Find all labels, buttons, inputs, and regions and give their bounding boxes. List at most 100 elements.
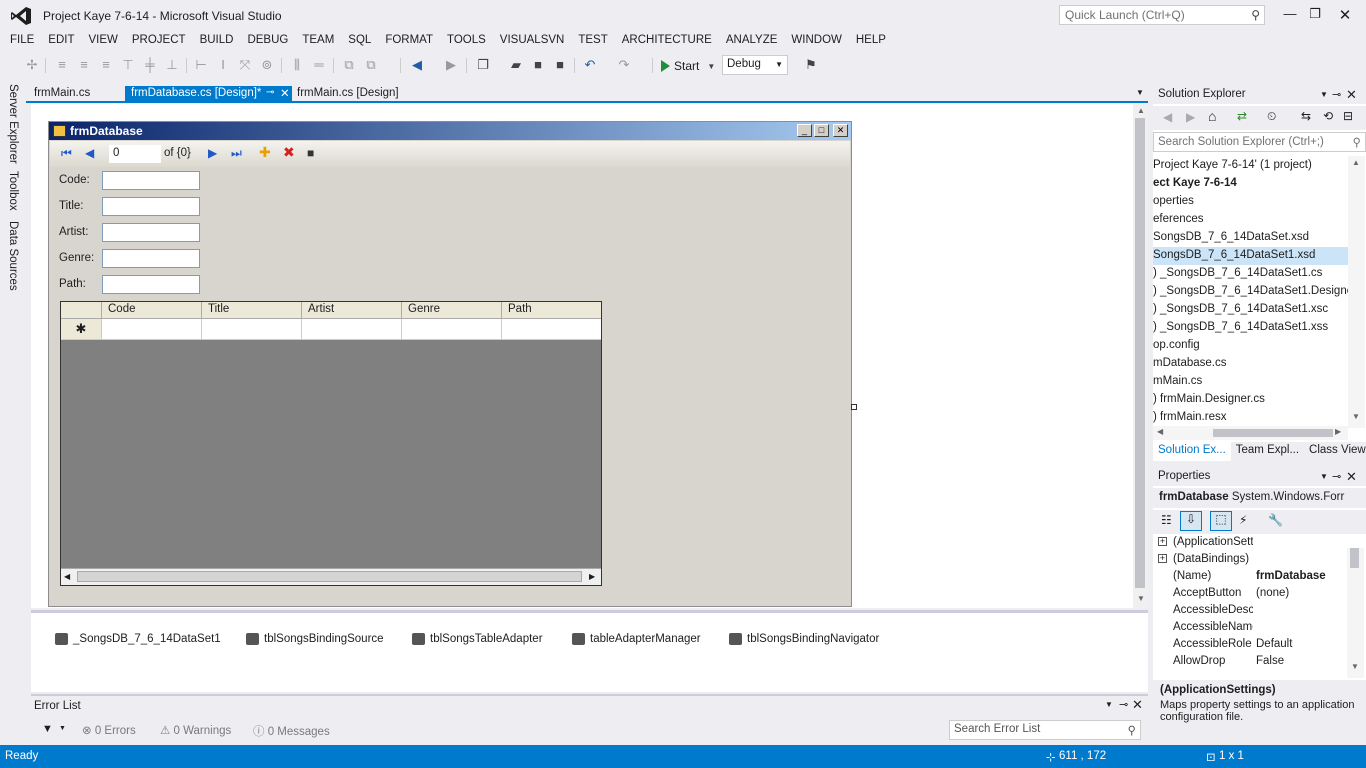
tree-item[interactable]: ect Kaye 7-6-14 bbox=[1153, 175, 1348, 193]
solution-horizontal-scrollbar[interactable]: ◀ ▶ bbox=[1153, 426, 1348, 440]
menu-project[interactable]: PROJECT bbox=[125, 32, 193, 52]
scroll-left-icon[interactable]: ◀ bbox=[1157, 427, 1163, 436]
tree-item[interactable]: Project Kaye 7-6-14' (1 project) bbox=[1153, 157, 1348, 175]
menu-analyze[interactable]: ANALYZE bbox=[719, 32, 785, 52]
scroll-up-icon[interactable]: ▲ bbox=[1137, 106, 1145, 115]
path-textbox[interactable] bbox=[102, 275, 200, 294]
scroll-down-icon[interactable]: ▼ bbox=[1351, 662, 1359, 671]
panel-menu-icon[interactable]: ▼ bbox=[1320, 90, 1328, 99]
code-textbox[interactable] bbox=[102, 171, 200, 190]
errors-filter-button[interactable]: ⊗ 0 Errors bbox=[82, 723, 136, 737]
genre-textbox[interactable] bbox=[102, 249, 200, 268]
scroll-down-icon[interactable]: ▼ bbox=[1352, 412, 1360, 421]
tree-item[interactable]: ) frmMain.resx bbox=[1153, 409, 1348, 427]
tree-item[interactable]: mMain.cs bbox=[1153, 373, 1348, 391]
vertical-spacing-icon[interactable]: ═ bbox=[311, 57, 327, 73]
home-icon[interactable]: ⌂ bbox=[1208, 108, 1216, 124]
tab-frmmain-cs[interactable]: frmMain.cs bbox=[28, 86, 96, 103]
events-icon[interactable]: ⚡ bbox=[1239, 513, 1247, 527]
scroll-thumb[interactable] bbox=[1213, 429, 1333, 437]
tray-item-binding-source[interactable]: tblSongsBindingSource bbox=[246, 633, 384, 645]
property-row[interactable]: AllowDrop False bbox=[1153, 655, 1346, 672]
align-top-icon[interactable]: ⊤ bbox=[120, 57, 136, 73]
property-row[interactable]: + (ApplicationSetti bbox=[1153, 536, 1346, 553]
align-center-icon[interactable]: ≡ bbox=[76, 57, 92, 73]
column-code[interactable]: Code bbox=[101, 302, 201, 318]
tab-frmmain-design[interactable]: frmMain.cs [Design] bbox=[291, 86, 405, 103]
align-left-icon[interactable]: ≡ bbox=[54, 57, 70, 73]
property-row[interactable]: (Name) frmDatabase bbox=[1153, 570, 1346, 587]
pin-icon[interactable]: ⊸ bbox=[266, 87, 274, 98]
tree-item[interactable]: operties bbox=[1153, 193, 1348, 211]
start-debugging-button[interactable]: Start ▼ bbox=[661, 57, 715, 75]
tray-item-binding-navigator[interactable]: tblSongsBindingNavigator bbox=[729, 633, 879, 645]
close-button[interactable]: ✕ bbox=[1334, 6, 1356, 24]
tray-item-adapter-manager[interactable]: tableAdapterManager bbox=[572, 633, 701, 645]
make-same-height-icon[interactable]: I bbox=[215, 57, 231, 73]
scroll-left-icon[interactable]: ◀ bbox=[64, 572, 70, 581]
properties-scrollbar[interactable]: ▼ bbox=[1347, 548, 1364, 678]
quick-launch-input[interactable]: Quick Launch (Ctrl+Q) ⚲ bbox=[1059, 5, 1265, 25]
scroll-right-icon[interactable]: ▶ bbox=[1335, 427, 1341, 436]
tab-server-explorer[interactable]: Server Explorer bbox=[7, 84, 19, 164]
navigate-back-icon[interactable]: ◀ bbox=[409, 57, 425, 73]
pin-icon[interactable]: ⊸ bbox=[1332, 470, 1341, 483]
grid-cell[interactable] bbox=[501, 319, 601, 340]
menu-visualsvn[interactable]: VISUALSVN bbox=[493, 32, 572, 52]
resize-handle[interactable] bbox=[851, 404, 857, 410]
scroll-right-icon[interactable]: ▶ bbox=[589, 572, 595, 581]
undo-icon[interactable]: ↶ bbox=[582, 57, 598, 73]
menu-tools[interactable]: TOOLS bbox=[440, 32, 493, 52]
properties-icon[interactable]: ⊟ bbox=[1343, 109, 1353, 123]
tray-item-dataset[interactable]: _SongsDB_7_6_14DataSet1 bbox=[55, 633, 221, 645]
move-next-icon[interactable]: ▶ bbox=[208, 146, 217, 160]
tab-toolbox[interactable]: Toolbox bbox=[7, 171, 19, 211]
tray-item-table-adapter[interactable]: tblSongsTableAdapter bbox=[412, 633, 543, 645]
make-same-width-icon[interactable]: ⊢ bbox=[193, 57, 209, 73]
horizontal-spacing-icon[interactable]: ⫼ bbox=[289, 57, 305, 73]
menu-window[interactable]: WINDOW bbox=[784, 32, 848, 52]
menu-debug[interactable]: DEBUG bbox=[240, 32, 295, 52]
property-row[interactable]: AccessibleDescri bbox=[1153, 604, 1346, 621]
tree-item[interactable]: op.config bbox=[1153, 337, 1348, 355]
save-icon[interactable]: ■ bbox=[530, 57, 546, 73]
move-previous-icon[interactable]: ◀ bbox=[85, 146, 94, 160]
tree-item[interactable]: SongsDB_7_6_14DataSet.xsd bbox=[1153, 229, 1348, 247]
align-right-icon[interactable]: ≡ bbox=[98, 57, 114, 73]
property-value[interactable]: Default bbox=[1256, 638, 1344, 650]
property-value[interactable]: False bbox=[1256, 655, 1344, 667]
scroll-thumb[interactable] bbox=[77, 571, 582, 582]
tab-data-sources[interactable]: Data Sources bbox=[7, 221, 19, 291]
property-pages-icon[interactable]: 🔧 bbox=[1268, 513, 1283, 527]
tree-item[interactable]: ) _SongsDB_7_6_14DataSet1.cs bbox=[1153, 265, 1348, 283]
tab-class-view[interactable]: Class View bbox=[1304, 442, 1366, 461]
title-textbox[interactable] bbox=[102, 197, 200, 216]
error-list-search-input[interactable]: Search Error List ⚲ bbox=[949, 720, 1141, 740]
align-middle-icon[interactable]: ╪ bbox=[142, 57, 158, 73]
tree-item[interactable]: ) _SongsDB_7_6_14DataSet1.xss bbox=[1153, 319, 1348, 337]
tab-team-explorer[interactable]: Team Expl... bbox=[1231, 442, 1304, 461]
grid-cell[interactable] bbox=[401, 319, 501, 340]
menu-help[interactable]: HELP bbox=[849, 32, 893, 52]
save-all-icon[interactable]: ■ bbox=[552, 57, 568, 73]
menu-test[interactable]: TEST bbox=[571, 32, 614, 52]
open-file-icon[interactable]: ▰ bbox=[508, 57, 524, 73]
binding-navigator[interactable]: ⏮ ◀ 0 of {0} ▶ ⏭ ✚ ✖ ■ bbox=[50, 141, 850, 167]
tree-item[interactable]: SongsDB_7_6_14DataSet1.xsd bbox=[1153, 247, 1348, 265]
tree-item[interactable]: ) frmMain.Designer.cs bbox=[1153, 391, 1348, 409]
solution-configuration-select[interactable]: Debug ▼ bbox=[722, 55, 788, 75]
move-last-icon[interactable]: ⏭ bbox=[231, 146, 242, 161]
size-to-grid-icon[interactable]: ⊚ bbox=[259, 57, 275, 73]
menu-architecture[interactable]: ARCHITECTURE bbox=[615, 32, 719, 52]
minimize-button[interactable]: — bbox=[1279, 6, 1301, 24]
menu-sql[interactable]: SQL bbox=[341, 32, 378, 52]
delete-icon[interactable]: ✖ bbox=[283, 144, 295, 161]
scroll-down-icon[interactable]: ▼ bbox=[1137, 594, 1145, 603]
tab-frmdatabase-design[interactable]: frmDatabase.cs [Design]* ⊸ ✕ bbox=[125, 86, 292, 103]
menu-team[interactable]: TEAM bbox=[295, 32, 341, 52]
form-frmdatabase[interactable]: frmDatabase _ □ ✕ ⏮ ◀ 0 of {0} ▶ ⏭ ✚ ✖ ■… bbox=[48, 121, 852, 607]
filter-icon[interactable]: ▼ bbox=[42, 723, 53, 735]
property-value[interactable]: (none) bbox=[1256, 587, 1344, 599]
menu-file[interactable]: FILE bbox=[3, 32, 41, 52]
expand-icon[interactable]: + bbox=[1158, 537, 1167, 546]
